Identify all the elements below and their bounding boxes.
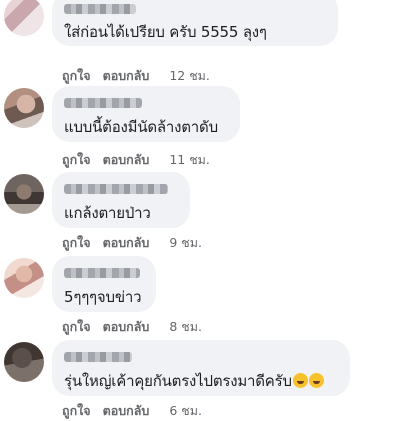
comment-actions: ถูกใจ ตอบกลับ 12 ชม.	[62, 66, 210, 86]
comment-actions: ถูกใจ ตอบกลับ 11 ชม.	[62, 150, 210, 170]
comment-bubble: ใส่ก่อนได้เปรียบ ครับ 5555 ลุงๆ	[52, 0, 338, 46]
comment-timestamp[interactable]: 12 ชม.	[169, 66, 210, 86]
commenter-name-blurred[interactable]	[64, 352, 132, 362]
avatar[interactable]	[4, 0, 44, 36]
comment-timestamp[interactable]: 9 ชม.	[169, 233, 202, 253]
comment-actions: ถูกใจ ตอบกลับ 8 ชม.	[62, 317, 202, 337]
comment-text: ใส่ก่อนได้เปรียบ ครับ 5555 ลุงๆ	[64, 23, 267, 41]
comment-bubble: 5ๆๆๆจบข่าว	[52, 256, 156, 312]
commenter-name-blurred[interactable]	[64, 184, 168, 194]
like-button[interactable]: ถูกใจ	[62, 233, 91, 253]
comment-text-body: รุ่นใหญ่เค้าคุยกันตรงไปตรงมาดีครับ	[64, 372, 292, 390]
comment-text: 5ๆๆๆจบข่าว	[64, 288, 142, 306]
rofl-emoji-icon	[308, 373, 324, 388]
comment-text: รุ่นใหญ่เค้าคุยกันตรงไปตรงมาดีครับ	[64, 369, 324, 393]
comment-text: แกล้งตายป่าว	[64, 204, 151, 222]
comment-bubble: รุ่นใหญ่เค้าคุยกันตรงไปตรงมาดีครับ	[52, 340, 350, 396]
commenter-name-blurred[interactable]	[64, 4, 136, 14]
comment-actions: ถูกใจ ตอบกลับ 6 ชม.	[62, 401, 202, 421]
avatar[interactable]	[4, 258, 44, 298]
comment-timestamp[interactable]: 6 ชม.	[169, 401, 202, 421]
avatar[interactable]	[4, 174, 44, 214]
comment-actions: ถูกใจ ตอบกลับ 9 ชม.	[62, 233, 202, 253]
like-button[interactable]: ถูกใจ	[62, 401, 91, 421]
like-button[interactable]: ถูกใจ	[62, 317, 91, 337]
comment-bubble: แกล้งตายป่าว	[52, 172, 190, 228]
reply-button[interactable]: ตอบกลับ	[103, 401, 150, 421]
reply-button[interactable]: ตอบกลับ	[103, 317, 150, 337]
avatar[interactable]	[4, 88, 44, 128]
rofl-emoji-icon	[292, 373, 308, 388]
reply-button[interactable]: ตอบกลับ	[103, 66, 150, 86]
like-button[interactable]: ถูกใจ	[62, 150, 91, 170]
comment-text: แบบนี้ต้องมีนัดล้างตาดับ	[64, 118, 218, 136]
like-button[interactable]: ถูกใจ	[62, 66, 91, 86]
comment-bubble: แบบนี้ต้องมีนัดล้างตาดับ	[52, 86, 240, 142]
comment-timestamp[interactable]: 11 ชม.	[169, 150, 210, 170]
comment-timestamp[interactable]: 8 ชม.	[169, 317, 202, 337]
avatar[interactable]	[4, 342, 44, 382]
commenter-name-blurred[interactable]	[64, 98, 142, 108]
reply-button[interactable]: ตอบกลับ	[103, 233, 150, 253]
reply-button[interactable]: ตอบกลับ	[103, 150, 150, 170]
commenter-name-blurred[interactable]	[64, 268, 140, 278]
